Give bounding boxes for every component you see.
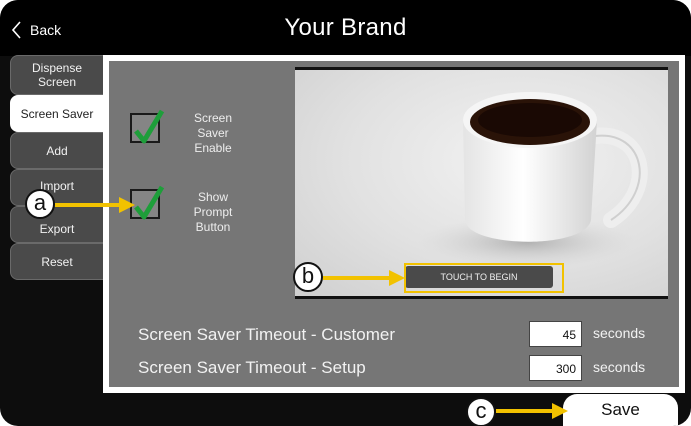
callout-a-marker: a [25, 189, 55, 219]
tab-label: Dispense Screen [31, 61, 83, 89]
callout-c-arrow-icon [496, 403, 568, 419]
tab-reset[interactable]: Reset [10, 243, 104, 280]
touch-button-highlight [404, 263, 564, 293]
page-title: Your Brand [284, 14, 407, 41]
tab-label: Screen Saver [20, 106, 94, 121]
save-button[interactable]: Save [563, 394, 678, 426]
customer-timeout-label: Screen Saver Timeout - Customer [138, 325, 395, 344]
callout-b-arrow-icon [323, 270, 405, 286]
sidebar: Dispense Screen Screen Saver Add Import … [10, 55, 104, 280]
device-frame: Back Your Brand Dispense Screen Screen S… [0, 0, 691, 426]
screen-saver-enable-label: Screen Saver Enable [193, 111, 233, 155]
save-label: Save [601, 400, 640, 419]
setup-timeout-input[interactable]: 300 [529, 355, 582, 381]
tab-screen-saver[interactable]: Screen Saver [10, 95, 104, 132]
screen-saver-enable-checkbox[interactable] [130, 109, 165, 144]
tab-label: Export [39, 222, 75, 236]
callout-c-marker: c [466, 397, 496, 426]
tab-label: Reset [41, 254, 73, 269]
customer-timeout-input[interactable]: 45 [529, 321, 582, 347]
callout-b-marker: b [293, 262, 323, 292]
show-prompt-button-label: Show Prompt Button [193, 190, 233, 234]
tab-add[interactable]: Add [10, 132, 104, 169]
customer-timeout-unit: seconds [593, 325, 646, 341]
callout-a-arrow-icon [55, 197, 135, 213]
header-bar: Back Your Brand [0, 0, 691, 56]
setup-timeout-label: Screen Saver Timeout - Setup [138, 358, 366, 377]
tab-dispense-screen[interactable]: Dispense Screen [10, 55, 104, 95]
tab-label: Add [46, 143, 68, 158]
setup-timeout-unit: seconds [593, 359, 646, 375]
